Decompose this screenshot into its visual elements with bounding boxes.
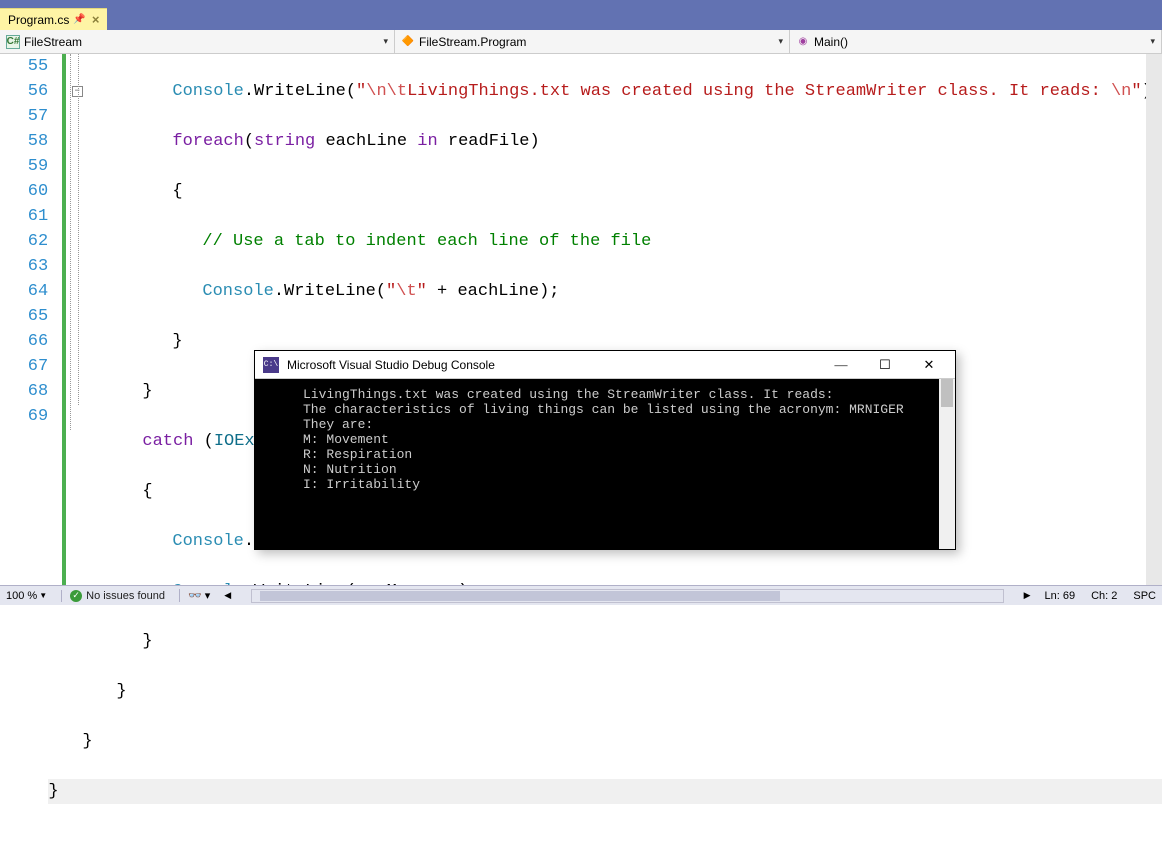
chevron-down-icon: ▾: [778, 36, 783, 47]
issues-indicator[interactable]: ✓No issues found: [61, 590, 165, 602]
pin-icon[interactable]: 📌: [73, 14, 85, 25]
chevron-down-icon: ▼: [39, 591, 47, 600]
debug-console-window: C:\ Microsoft Visual Studio Debug Consol…: [254, 350, 956, 550]
nav-member-label: Main(): [814, 35, 848, 49]
close-button[interactable]: ✕: [907, 352, 951, 378]
glasses-icon[interactable]: 👓 ▾: [179, 589, 210, 602]
close-icon[interactable]: ×: [92, 12, 100, 27]
navigation-bar: C# FileStream ▾ 🔶 FileStream.Program ▾ ◉…: [0, 30, 1162, 54]
csharp-icon: C#: [6, 35, 20, 49]
window-chrome-top: [0, 0, 1162, 8]
scroll-left-arrow[interactable]: ◀: [224, 590, 231, 601]
chevron-down-icon: ▾: [383, 36, 388, 47]
status-bar: 100 % ▼ ✓No issues found 👓 ▾ ◀ ▶ Ln: 69 …: [0, 585, 1162, 605]
document-tabstrip: Program.cs 📌 ×: [0, 8, 1162, 30]
console-output[interactable]: LivingThings.txt was created using the S…: [255, 379, 955, 549]
zoom-control[interactable]: 100 % ▼: [6, 590, 47, 602]
vertical-scrollbar[interactable]: [1146, 54, 1162, 585]
line-indicator[interactable]: Ln: 69: [1044, 590, 1075, 602]
nav-member-dropdown[interactable]: ◉ Main() ▾: [790, 30, 1162, 53]
console-app-icon: C:\: [263, 357, 279, 373]
console-title-text: Microsoft Visual Studio Debug Console: [287, 358, 495, 372]
nav-scope-dropdown[interactable]: C# FileStream ▾: [0, 30, 395, 53]
nav-scope-label: FileStream: [24, 35, 82, 49]
nav-type-dropdown[interactable]: 🔶 FileStream.Program ▾: [395, 30, 790, 53]
minimize-button[interactable]: —: [819, 352, 863, 378]
char-indicator[interactable]: Ch: 2: [1091, 590, 1117, 602]
fold-gutter[interactable]: −: [66, 54, 83, 585]
console-titlebar[interactable]: C:\ Microsoft Visual Studio Debug Consol…: [255, 351, 955, 379]
console-scrollbar[interactable]: [939, 379, 955, 549]
tab-label: Program.cs: [8, 13, 69, 27]
tab-program-cs[interactable]: Program.cs 📌 ×: [0, 8, 107, 30]
scroll-right-arrow[interactable]: ▶: [1024, 590, 1031, 601]
insert-mode[interactable]: SPC: [1133, 590, 1156, 602]
line-number-gutter: 555657 585960 616263 646566 676869: [0, 54, 62, 585]
class-icon: 🔶: [401, 35, 415, 49]
method-icon: ◉: [796, 35, 810, 49]
horizontal-scrollbar[interactable]: [251, 589, 1003, 603]
maximize-button[interactable]: ☐: [863, 352, 907, 378]
nav-type-label: FileStream.Program: [419, 35, 526, 49]
chevron-down-icon: ▾: [1150, 36, 1155, 47]
check-icon: ✓: [70, 590, 82, 602]
